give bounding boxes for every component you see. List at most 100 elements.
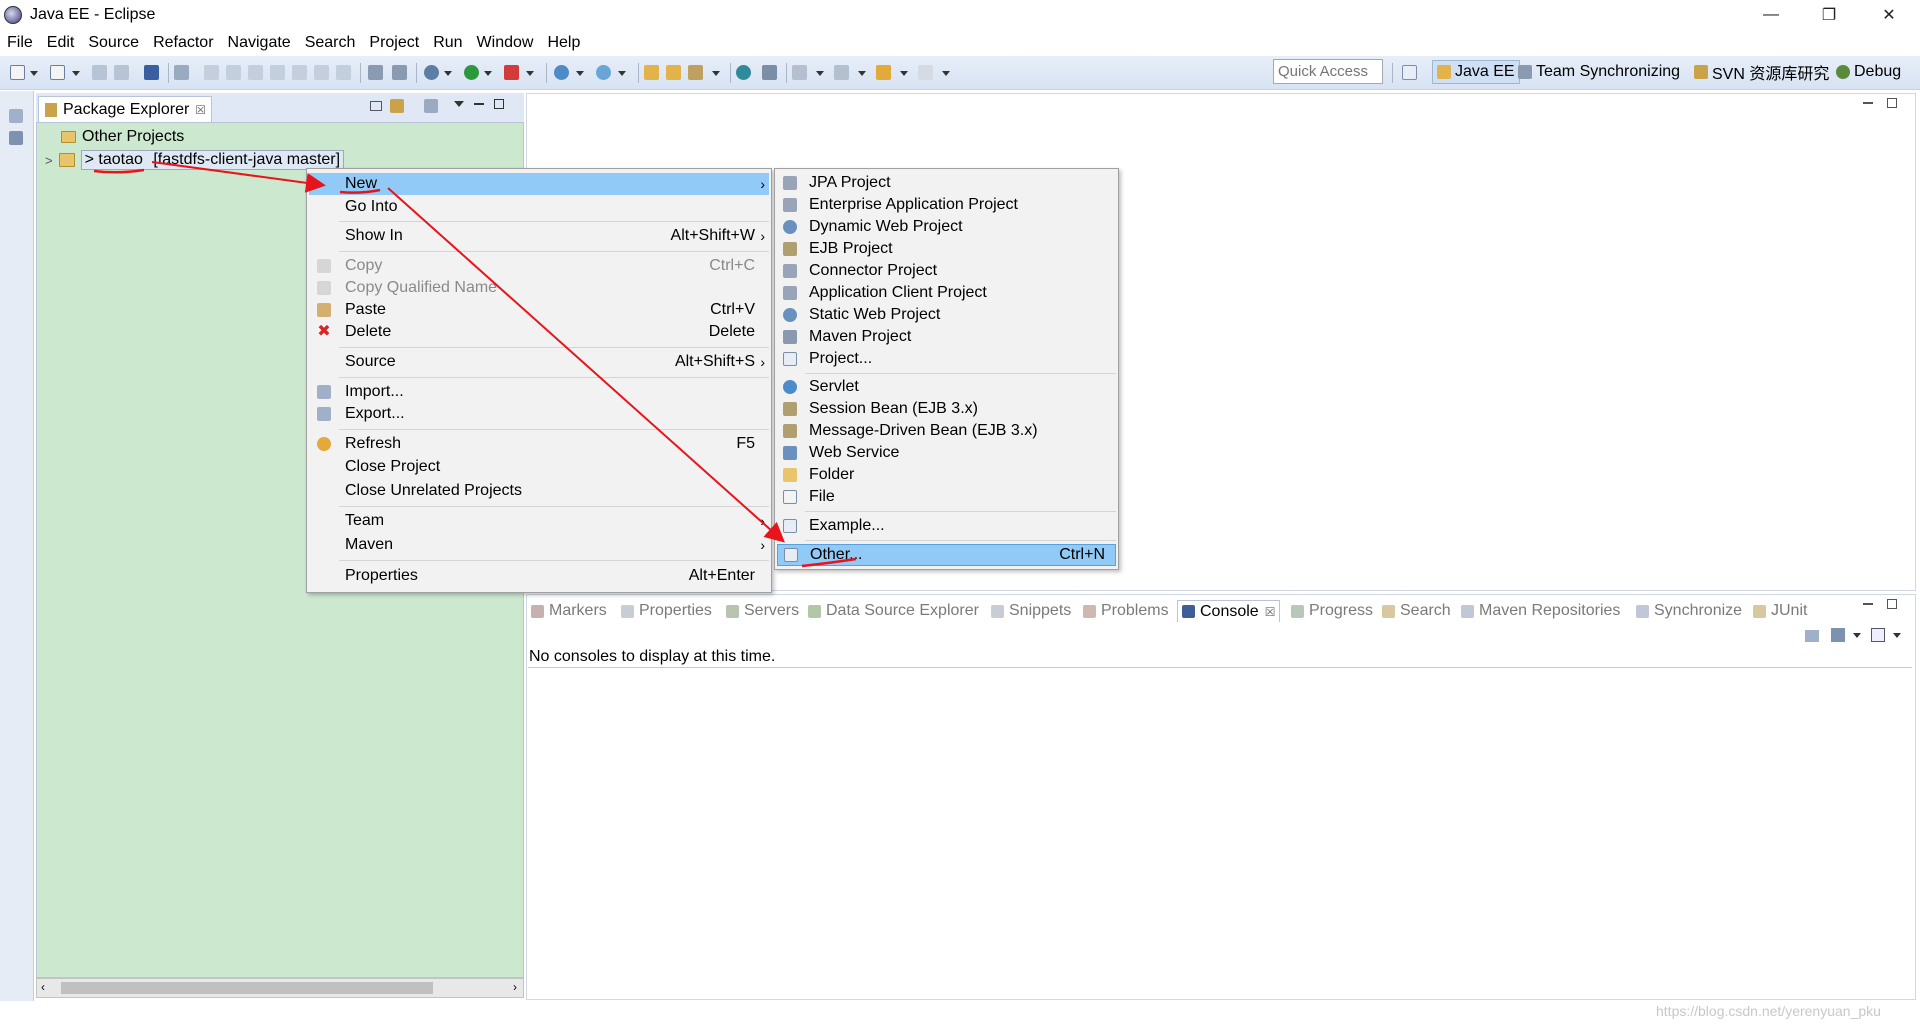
- forward-dropdown-icon[interactable]: [942, 71, 950, 76]
- collapse-all-icon[interactable]: [370, 101, 382, 111]
- minimize-view-icon[interactable]: [474, 103, 484, 105]
- tab-servers[interactable]: Servers: [726, 600, 799, 622]
- submenu-item-enterprise-application-project[interactable]: Enterprise Application Project: [777, 194, 1116, 216]
- run-icon[interactable]: [464, 65, 479, 80]
- search-tool-icon[interactable]: [688, 65, 703, 80]
- maximize-button[interactable]: ❐: [1806, 0, 1852, 30]
- server-icon[interactable]: [392, 65, 407, 80]
- pin-console-icon[interactable]: [1805, 630, 1819, 642]
- menu-source[interactable]: Source: [81, 34, 146, 52]
- terminate-icon[interactable]: [248, 65, 263, 80]
- step-over-icon[interactable]: [314, 65, 329, 80]
- new-project-icon[interactable]: [50, 65, 65, 80]
- scroll-left-icon[interactable]: ‹: [41, 980, 45, 994]
- menu-item-close-unrelated-projects[interactable]: Close Unrelated Projects: [309, 480, 769, 502]
- external-tools-dropdown-icon[interactable]: [526, 71, 534, 76]
- new-web-icon[interactable]: [596, 65, 611, 80]
- submenu-item-dynamic-web-project[interactable]: Dynamic Web Project: [777, 216, 1116, 238]
- menu-item-maven[interactable]: Maven ›: [309, 534, 769, 556]
- save-icon[interactable]: [92, 65, 107, 80]
- tab-console[interactable]: Console ☒: [1177, 600, 1281, 622]
- minimize-panel-icon[interactable]: [1863, 603, 1873, 605]
- submenu-item-static-web-project[interactable]: Static Web Project: [777, 304, 1116, 326]
- tab-maven-repositories[interactable]: Maven Repositories: [1461, 600, 1620, 622]
- globe-icon[interactable]: [736, 65, 751, 80]
- prev-annotation-icon[interactable]: [834, 65, 849, 80]
- external-tools-icon[interactable]: [504, 65, 519, 80]
- tab-synchronize[interactable]: Synchronize: [1636, 600, 1742, 622]
- next-annotation-icon[interactable]: [792, 65, 807, 80]
- suspend-icon[interactable]: [226, 65, 241, 80]
- tab-data-source-explorer[interactable]: Data Source Explorer: [808, 600, 979, 622]
- expand-arrow-icon[interactable]: >: [45, 153, 53, 168]
- submenu-item-ejb-project[interactable]: EJB Project: [777, 238, 1116, 260]
- menu-item-import[interactable]: Import...: [309, 381, 769, 403]
- perspective-debug[interactable]: Debug: [1832, 60, 1905, 84]
- menu-item-copy[interactable]: Copy Ctrl+C: [309, 255, 769, 277]
- new-server-icon[interactable]: [554, 65, 569, 80]
- debug-icon[interactable]: [424, 65, 439, 80]
- tab-search[interactable]: Search: [1382, 600, 1451, 622]
- menu-run[interactable]: Run: [426, 34, 469, 52]
- menu-item-properties[interactable]: Properties Alt+Enter: [309, 565, 769, 587]
- tab-markers[interactable]: Markers: [531, 600, 607, 622]
- close-console-icon[interactable]: ☒: [1265, 605, 1276, 619]
- view-menu-icon[interactable]: [454, 101, 464, 107]
- back-icon[interactable]: [876, 65, 891, 80]
- new-dropdown-icon[interactable]: [30, 71, 38, 76]
- minimize-button[interactable]: —: [1748, 0, 1794, 30]
- menu-edit[interactable]: Edit: [40, 34, 82, 52]
- menu-item-paste[interactable]: Paste Ctrl+V: [309, 299, 769, 321]
- submenu-item-maven-project[interactable]: Maven Project: [777, 326, 1116, 348]
- use-step-filters-icon[interactable]: [368, 65, 383, 80]
- tab-junit[interactable]: JUnit: [1753, 600, 1807, 622]
- menu-item-go-into[interactable]: Go Into: [309, 196, 769, 218]
- debug-dropdown-icon[interactable]: [444, 71, 452, 76]
- minimize-editor-icon[interactable]: [1863, 102, 1873, 104]
- menu-navigate[interactable]: Navigate: [221, 34, 298, 52]
- submenu-item-web-service[interactable]: Web Service: [777, 442, 1116, 464]
- menu-item-copy-qualified-name[interactable]: Copy Qualified Name: [309, 277, 769, 299]
- submenu-item-servlet[interactable]: Servlet: [777, 376, 1116, 398]
- next-annotation-dropdown-icon[interactable]: [816, 71, 824, 76]
- skip-breakpoints-icon[interactable]: [174, 65, 189, 80]
- save-all-icon[interactable]: [114, 65, 129, 80]
- new-web-dropdown-icon[interactable]: [618, 71, 626, 76]
- submenu-item-connector-project[interactable]: Connector Project: [777, 260, 1116, 282]
- close-button[interactable]: ✕: [1866, 0, 1912, 30]
- open-perspective-icon[interactable]: [1402, 65, 1417, 80]
- submenu-item-example[interactable]: Example...: [777, 515, 1116, 537]
- menu-item-source[interactable]: Source Alt+Shift+S ›: [309, 351, 769, 373]
- menu-item-delete[interactable]: ✖ Delete Delete: [309, 321, 769, 343]
- step-return-icon[interactable]: [336, 65, 351, 80]
- open-folder-icon[interactable]: [666, 65, 681, 80]
- restore-icon[interactable]: [9, 109, 23, 123]
- quick-access-input[interactable]: [1273, 59, 1383, 84]
- new-icon[interactable]: [10, 65, 25, 80]
- resume-icon[interactable]: [204, 65, 219, 80]
- submenu-item-message-driven-bean[interactable]: Message-Driven Bean (EJB 3.x): [777, 420, 1116, 442]
- search-dropdown-icon[interactable]: [712, 71, 720, 76]
- submenu-item-application-client-project[interactable]: Application Client Project: [777, 282, 1116, 304]
- menu-item-close-project[interactable]: Close Project: [309, 456, 769, 478]
- maximize-editor-icon[interactable]: [1887, 98, 1897, 108]
- prev-annotation-dropdown-icon[interactable]: [858, 71, 866, 76]
- hierarchy-icon[interactable]: [9, 131, 23, 145]
- menu-item-show-in[interactable]: Show In Alt+Shift+W ›: [309, 225, 769, 247]
- run-dropdown-icon[interactable]: [484, 71, 492, 76]
- open-console-dropdown-icon[interactable]: [1893, 633, 1901, 638]
- perspective-java-ee[interactable]: Java EE: [1432, 60, 1520, 84]
- menu-search[interactable]: Search: [298, 34, 363, 52]
- menu-window[interactable]: Window: [470, 34, 541, 52]
- submenu-item-session-bean[interactable]: Session Bean (EJB 3.x): [777, 398, 1116, 420]
- tab-problems[interactable]: Problems: [1083, 600, 1169, 622]
- terminal-icon[interactable]: [144, 65, 159, 80]
- submenu-item-other[interactable]: Other... Ctrl+N: [777, 544, 1116, 566]
- menu-item-export[interactable]: Export...: [309, 403, 769, 425]
- submenu-item-project[interactable]: Project...: [777, 348, 1116, 370]
- back-dropdown-icon[interactable]: [900, 71, 908, 76]
- menu-item-new[interactable]: New ›: [309, 173, 769, 195]
- maximize-panel-icon[interactable]: [1887, 599, 1897, 609]
- display-console-dropdown-icon[interactable]: [1853, 633, 1861, 638]
- tab-progress[interactable]: Progress: [1291, 600, 1373, 622]
